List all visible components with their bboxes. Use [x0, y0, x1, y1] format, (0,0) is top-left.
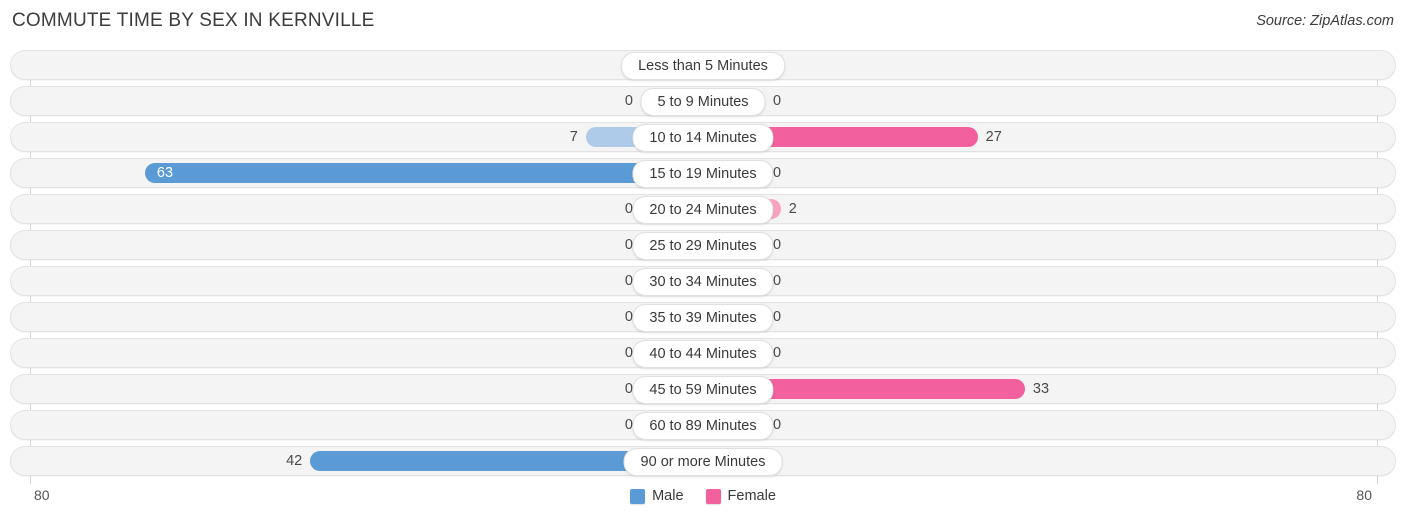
- chart-container: COMMUTE TIME BY SEX IN KERNVILLE Source:…: [0, 0, 1406, 523]
- value-label-female: 0: [773, 165, 782, 181]
- value-label-female: 0: [773, 417, 782, 433]
- value-label-female: 0: [773, 309, 782, 325]
- bar-male: [144, 163, 703, 183]
- value-label-female: 0: [773, 345, 782, 361]
- bar-row: 63 0 15 to 19 Minutes: [0, 158, 1406, 188]
- value-label-male: 42: [286, 453, 303, 469]
- bar-row: 7 27 10 to 14 Minutes: [0, 122, 1406, 152]
- bar-row: 0 0 30 to 34 Minutes: [0, 266, 1406, 296]
- bar-row: 0 0 60 to 89 Minutes: [0, 410, 1406, 440]
- value-label-male: 0: [624, 237, 633, 253]
- bar-row: 0 0 35 to 39 Minutes: [0, 302, 1406, 332]
- category-label: 90 or more Minutes: [623, 448, 783, 476]
- bar-row-list: 00Less than 5 Minutes005 to 9 Minutes727…: [0, 50, 1406, 482]
- bar-row: 0 2 20 to 24 Minutes: [0, 194, 1406, 224]
- value-label-female: 2: [788, 201, 797, 217]
- category-label: 60 to 89 Minutes: [632, 412, 774, 440]
- category-label: 40 to 44 Minutes: [632, 340, 774, 368]
- category-label: 15 to 19 Minutes: [632, 160, 774, 188]
- bar-row: 0 0 25 to 29 Minutes: [0, 230, 1406, 260]
- bar-row: 0 33 45 to 59 Minutes: [0, 374, 1406, 404]
- value-label-female: 27: [985, 129, 1002, 145]
- category-label: 20 to 24 Minutes: [632, 196, 774, 224]
- category-label: 35 to 39 Minutes: [632, 304, 774, 332]
- value-label-male: 7: [569, 129, 578, 145]
- bar-row: 0 0 40 to 44 Minutes: [0, 338, 1406, 368]
- value-label-male: 0: [624, 345, 633, 361]
- value-label-male: 63: [156, 165, 174, 181]
- legend-item[interactable]: Female: [705, 488, 776, 504]
- value-label-male: 0: [624, 309, 633, 325]
- page-title: COMMUTE TIME BY SEX IN KERNVILLE: [12, 10, 375, 31]
- category-label: 45 to 59 Minutes: [632, 376, 774, 404]
- bar-row: 00Less than 5 Minutes: [0, 50, 1406, 80]
- value-label-male: 0: [624, 93, 633, 109]
- value-label-female: 0: [773, 273, 782, 289]
- value-label-female: 33: [1032, 381, 1050, 397]
- legend-swatch-female: [705, 488, 721, 504]
- value-label-male: 0: [624, 417, 633, 433]
- chart-legend: Male Female: [0, 488, 1406, 504]
- value-label-male: 0: [624, 201, 633, 217]
- source-attribution: Source: ZipAtlas.com: [1256, 13, 1394, 29]
- category-label: 25 to 29 Minutes: [632, 232, 774, 260]
- value-label-female: 0: [773, 93, 782, 109]
- value-label-female: 0: [773, 237, 782, 253]
- category-label: Less than 5 Minutes: [621, 52, 785, 80]
- value-label-male: 0: [624, 381, 633, 397]
- value-label-male: 0: [624, 273, 633, 289]
- legend-label: Female: [727, 488, 776, 504]
- category-label: 30 to 34 Minutes: [632, 268, 774, 296]
- legend-swatch-male: [630, 488, 646, 504]
- bar-row: 42090 or more Minutes: [0, 446, 1406, 476]
- legend-label: Male: [652, 488, 684, 504]
- plot-area: 00Less than 5 Minutes005 to 9 Minutes727…: [0, 50, 1406, 484]
- bar-row: 0 0 5 to 9 Minutes: [0, 86, 1406, 116]
- legend-item[interactable]: Male: [630, 488, 684, 504]
- category-label: 5 to 9 Minutes: [640, 88, 766, 116]
- category-label: 10 to 14 Minutes: [632, 124, 774, 152]
